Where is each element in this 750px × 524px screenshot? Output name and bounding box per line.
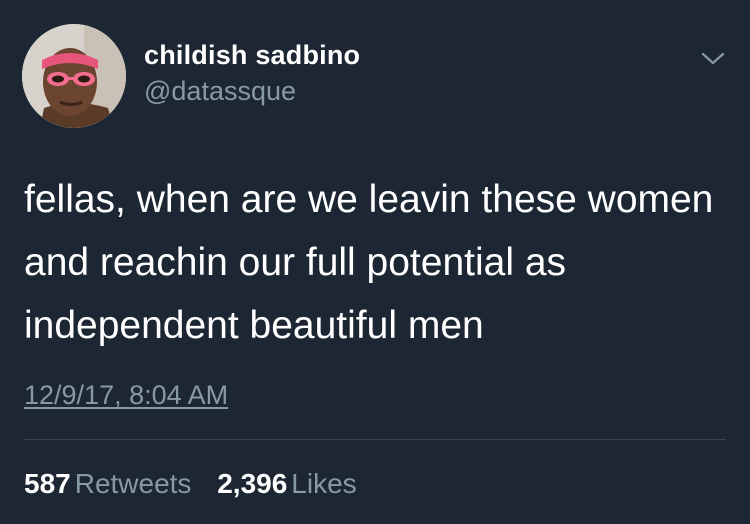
divider xyxy=(24,439,726,440)
avatar[interactable] xyxy=(22,24,126,128)
author-handle[interactable]: @datassque xyxy=(144,76,296,107)
tweet-stats: 587 Retweets 2,396 Likes xyxy=(24,468,375,500)
chevron-down-icon[interactable] xyxy=(700,50,726,68)
retweets-stat[interactable]: 587 Retweets xyxy=(24,468,191,500)
tweet-card: childish sadbino @datassque fellas, when… xyxy=(0,0,750,524)
retweets-label: Retweets xyxy=(74,468,192,499)
likes-label: Likes xyxy=(291,468,357,499)
avatar-image xyxy=(22,24,126,128)
tweet-text: fellas, when are we leavin these women a… xyxy=(24,178,714,347)
author-display-name[interactable]: childish sadbino xyxy=(144,40,360,71)
tweet-timestamp[interactable]: 12/9/17, 8:04 AM xyxy=(24,380,228,411)
likes-stat[interactable]: 2,396 Likes xyxy=(217,468,356,500)
likes-count: 2,396 xyxy=(217,468,288,499)
retweets-count: 587 xyxy=(24,468,71,499)
